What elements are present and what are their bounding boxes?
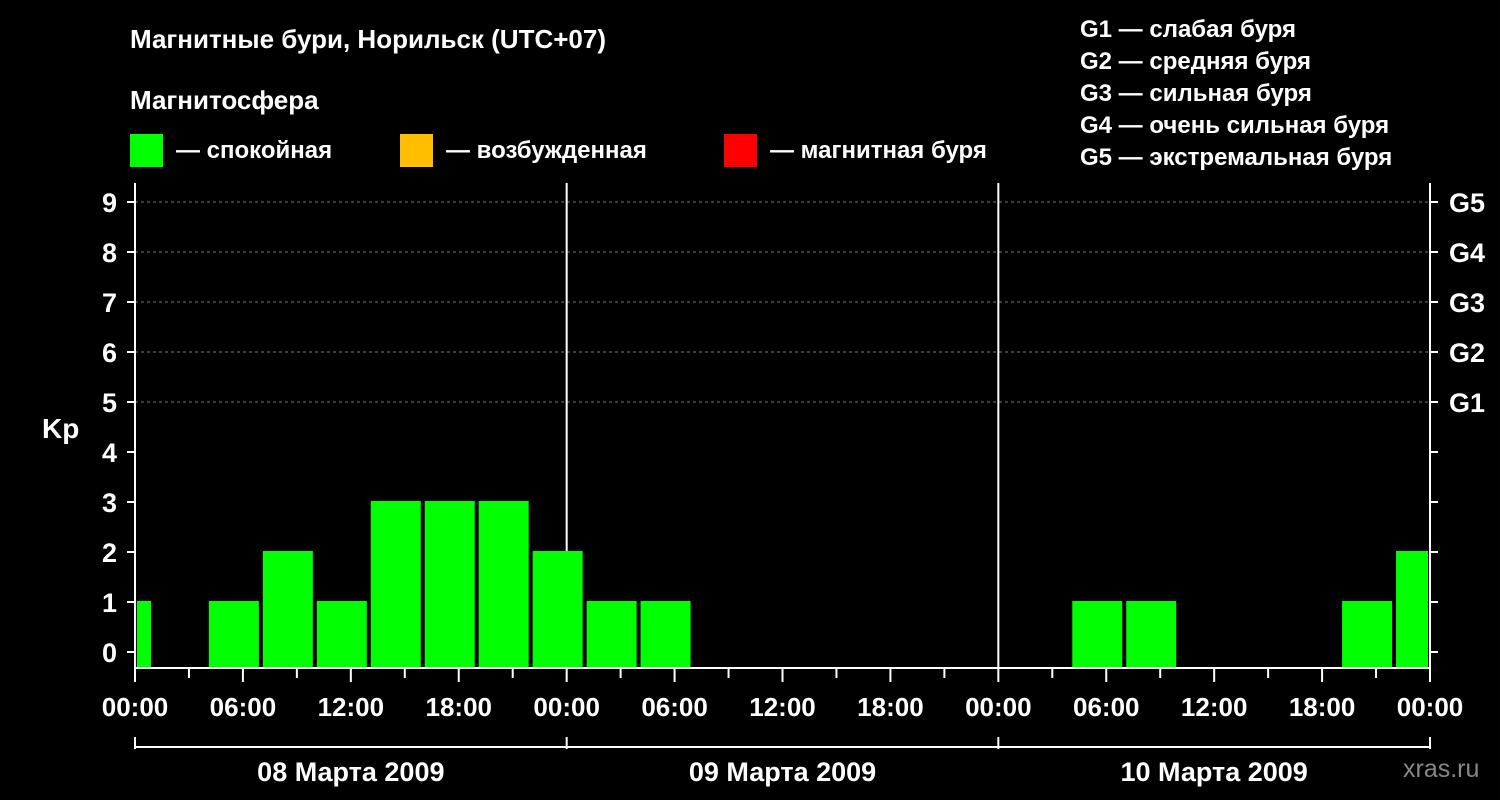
bar-2 <box>208 601 259 667</box>
bar-6 <box>424 501 475 667</box>
bar-14 <box>1396 551 1428 667</box>
x-tick-label-2: 12:00 <box>318 692 385 722</box>
x-tick-label-8: 00:00 <box>965 692 1032 722</box>
legend-swatch-excited <box>400 134 433 167</box>
y-tick-label-2: 2 <box>102 538 117 568</box>
bar-5 <box>370 501 421 667</box>
y-tick-label-8: 8 <box>102 238 117 268</box>
bar-12 <box>1126 601 1177 667</box>
day-label-2: 09 Марта 2009 <box>689 757 876 787</box>
y-tick-label-7: 7 <box>102 288 117 318</box>
y-tick-label-9: 9 <box>102 188 117 218</box>
x-tick-label-3: 18:00 <box>426 692 493 722</box>
x-tick-label-6: 12:00 <box>749 692 816 722</box>
plot-area: 0 1 2 3 4 5 6 7 8 9 G1 G2 G3 G4 G5 00:00 06:00 12:00 18:00… <box>102 183 1485 787</box>
y-tick-label-3: 3 <box>102 488 117 518</box>
x-tick-label-9: 06:00 <box>1073 692 1140 722</box>
storm-scale-g1: G1 — слабая буря <box>1080 16 1296 43</box>
y-tick-label-1: 1 <box>102 588 117 618</box>
storm-scale-g3: G3 — сильная буря <box>1080 80 1312 107</box>
right-tick-label-g4: G4 <box>1449 238 1485 268</box>
bar-1 <box>137 601 151 667</box>
x-tick-label-1: 06:00 <box>210 692 277 722</box>
right-tick-label-g3: G3 <box>1449 288 1485 318</box>
storm-scale-g5: G5 — экстремальная буря <box>1080 144 1392 171</box>
chart-title: Магнитные бури, Норильск (UTC+07) <box>130 24 606 54</box>
y-tick-label-6: 6 <box>102 338 117 368</box>
kp-chart: Магнитные бури, Норильск (UTC+07) Магнит… <box>42 16 1485 787</box>
right-tick-label-g5: G5 <box>1449 188 1485 218</box>
bar-3 <box>262 551 313 667</box>
legend-label-excited: — возбужденная <box>446 137 647 164</box>
storm-scale-g2: G2 — средняя буря <box>1080 48 1311 75</box>
watermark: xras.ru <box>1403 755 1479 783</box>
y-tick-label-0: 0 <box>102 638 117 668</box>
legend-label-quiet: — спокойная <box>176 137 332 164</box>
legend-label-storm: — магнитная буря <box>770 137 987 164</box>
x-tick-label-10: 12:00 <box>1181 692 1248 722</box>
x-tick-label-12: 00:00 <box>1397 692 1464 722</box>
day-label-1: 08 Марта 2009 <box>257 757 444 787</box>
bar-8 <box>532 551 583 667</box>
bar-7 <box>478 501 529 667</box>
y-tick-label-4: 4 <box>102 438 117 468</box>
x-tick-label-11: 18:00 <box>1289 692 1356 722</box>
right-tick-label-g1: G1 <box>1449 388 1485 418</box>
legend-swatch-quiet <box>130 134 163 167</box>
x-tick-label-7: 18:00 <box>857 692 924 722</box>
x-tick-label-4: 00:00 <box>533 692 600 722</box>
bar-9 <box>586 601 637 667</box>
bar-4 <box>316 601 367 667</box>
bar-11 <box>1072 601 1123 667</box>
legend-swatch-storm <box>724 134 757 167</box>
y-tick-label-5: 5 <box>102 388 117 418</box>
day-label-3: 10 Марта 2009 <box>1121 757 1308 787</box>
storm-scale-g4: G4 — очень сильная буря <box>1080 112 1389 139</box>
bar-10 <box>640 601 691 667</box>
x-tick-label-0: 00:00 <box>102 692 169 722</box>
bar-13 <box>1342 601 1393 667</box>
legend-title: Магнитосфера <box>130 85 319 115</box>
right-tick-label-g2: G2 <box>1449 338 1485 368</box>
x-tick-label-5: 06:00 <box>641 692 708 722</box>
y-axis-label: Kp <box>42 413 79 444</box>
